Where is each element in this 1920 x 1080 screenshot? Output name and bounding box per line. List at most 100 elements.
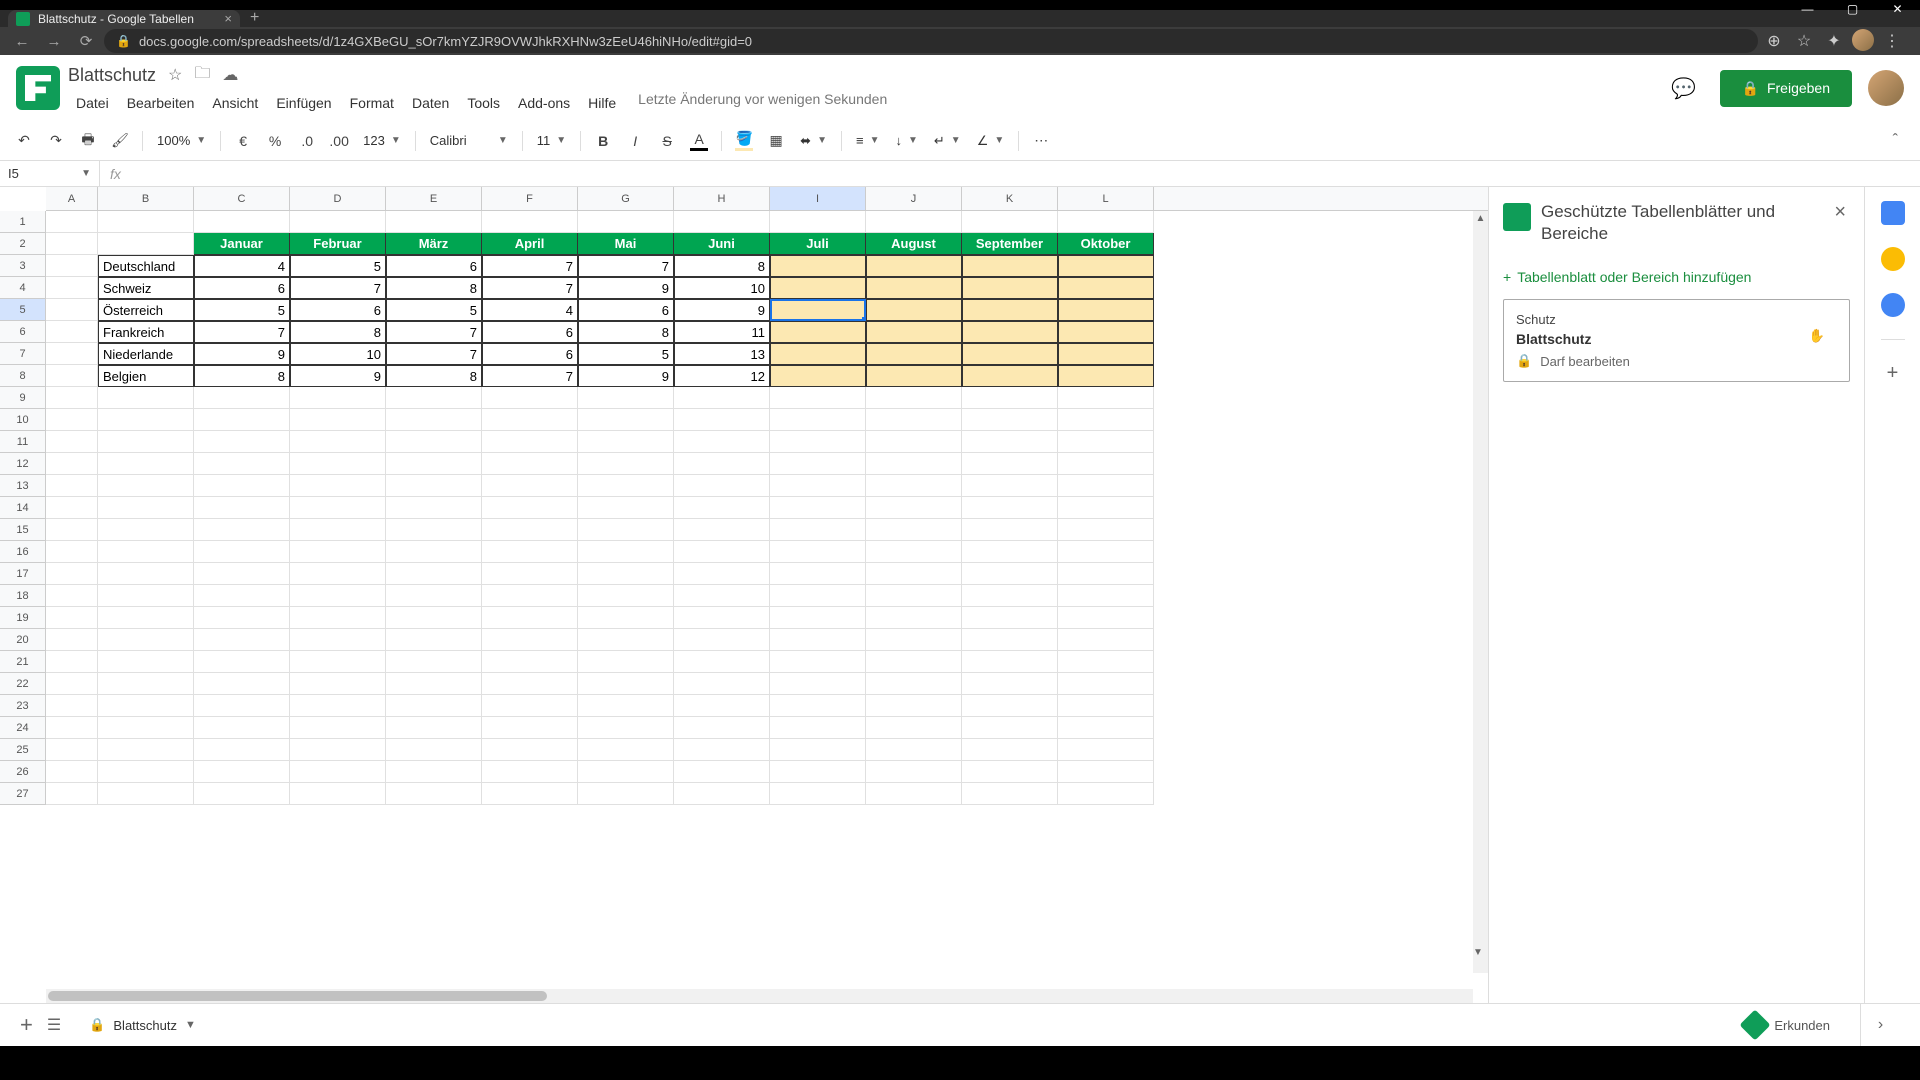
zoom-icon[interactable]: ⊕ <box>1762 29 1786 53</box>
add-range-button[interactable]: + Tabellenblatt oder Bereich hinzufügen <box>1503 261 1850 299</box>
cell[interactable] <box>98 233 194 255</box>
row-header[interactable]: 9 <box>0 387 45 409</box>
cell[interactable] <box>46 783 98 805</box>
cell[interactable] <box>866 409 962 431</box>
cell[interactable]: Juli <box>770 233 866 255</box>
cell[interactable]: 9 <box>578 365 674 387</box>
cell[interactable] <box>46 431 98 453</box>
cell[interactable]: Schweiz <box>98 277 194 299</box>
row-header[interactable]: 13 <box>0 475 45 497</box>
cell[interactable] <box>770 563 866 585</box>
row-header[interactable]: 5 <box>0 299 45 321</box>
cell[interactable] <box>194 387 290 409</box>
cell[interactable] <box>578 695 674 717</box>
cell[interactable] <box>962 651 1058 673</box>
cell[interactable] <box>46 541 98 563</box>
cell[interactable] <box>962 519 1058 541</box>
row-header[interactable]: 19 <box>0 607 45 629</box>
menu-ansicht[interactable]: Ansicht <box>204 91 266 115</box>
collapse-toolbar-button[interactable]: ˆ <box>1881 132 1910 150</box>
print-button[interactable]: 🖶 <box>74 127 102 155</box>
cell[interactable] <box>482 761 578 783</box>
cell[interactable] <box>674 211 770 233</box>
cell[interactable] <box>1058 607 1154 629</box>
cell[interactable] <box>290 585 386 607</box>
minimize-button[interactable]: — <box>1785 0 1830 17</box>
percent-button[interactable]: % <box>261 127 289 155</box>
cell[interactable] <box>866 387 962 409</box>
menu-add-ons[interactable]: Add-ons <box>510 91 578 115</box>
column-header[interactable]: A <box>46 187 98 210</box>
cell[interactable] <box>578 783 674 805</box>
cell[interactable] <box>770 673 866 695</box>
cell[interactable] <box>962 409 1058 431</box>
cell[interactable] <box>46 739 98 761</box>
cell[interactable] <box>194 673 290 695</box>
cell[interactable] <box>578 453 674 475</box>
cell[interactable] <box>770 651 866 673</box>
cell[interactable] <box>194 629 290 651</box>
v-align-button[interactable]: ↓▼ <box>889 133 923 148</box>
font-select[interactable]: Calibri▼ <box>424 133 514 148</box>
cell[interactable] <box>866 585 962 607</box>
cell[interactable] <box>866 277 962 299</box>
font-size-select[interactable]: 11▼ <box>531 133 572 148</box>
cell[interactable] <box>770 277 866 299</box>
calendar-icon[interactable] <box>1881 201 1905 225</box>
cell[interactable] <box>866 673 962 695</box>
cell[interactable] <box>290 761 386 783</box>
cell[interactable] <box>386 453 482 475</box>
cell[interactable] <box>674 761 770 783</box>
cell[interactable] <box>290 453 386 475</box>
cell[interactable]: 7 <box>482 365 578 387</box>
cell[interactable] <box>290 475 386 497</box>
cell[interactable] <box>46 629 98 651</box>
cell[interactable]: 8 <box>194 365 290 387</box>
cell[interactable] <box>98 673 194 695</box>
horizontal-scrollbar[interactable] <box>46 989 1473 1003</box>
cell[interactable] <box>578 211 674 233</box>
cell[interactable] <box>1058 497 1154 519</box>
cell[interactable] <box>386 585 482 607</box>
zoom-select[interactable]: 100%▼ <box>151 133 212 148</box>
maximize-button[interactable]: ▢ <box>1830 0 1875 17</box>
cell[interactable] <box>98 607 194 629</box>
cell[interactable] <box>194 651 290 673</box>
address-bar[interactable]: 🔒 docs.google.com/spreadsheets/d/1z4GXBe… <box>104 29 1758 53</box>
fill-color-button[interactable]: 🪣 <box>730 127 758 155</box>
cell[interactable] <box>1058 365 1154 387</box>
column-header[interactable]: H <box>674 187 770 210</box>
redo-button[interactable]: ↷ <box>42 127 70 155</box>
cell[interactable] <box>962 343 1058 365</box>
cell[interactable] <box>866 475 962 497</box>
add-addon-button[interactable]: + <box>1887 362 1899 385</box>
cell[interactable] <box>194 475 290 497</box>
cell[interactable] <box>98 651 194 673</box>
cell[interactable] <box>46 563 98 585</box>
cell[interactable]: 8 <box>578 321 674 343</box>
cell[interactable] <box>674 629 770 651</box>
cell[interactable]: Juni <box>674 233 770 255</box>
row-header[interactable]: 17 <box>0 563 45 585</box>
more-tools-button[interactable]: ⋯ <box>1027 127 1055 155</box>
name-box[interactable]: I5▼ <box>0 161 100 186</box>
wrap-button[interactable]: ↵▼ <box>928 133 967 149</box>
cell[interactable] <box>674 673 770 695</box>
cell[interactable]: 5 <box>578 343 674 365</box>
cell[interactable] <box>770 541 866 563</box>
cell[interactable] <box>290 673 386 695</box>
cell[interactable] <box>1058 277 1154 299</box>
cell[interactable] <box>98 541 194 563</box>
row-header[interactable]: 21 <box>0 651 45 673</box>
cell[interactable] <box>578 563 674 585</box>
cell[interactable]: 9 <box>290 365 386 387</box>
column-header[interactable]: I <box>770 187 866 210</box>
cell[interactable] <box>386 431 482 453</box>
cell[interactable] <box>482 453 578 475</box>
column-header[interactable]: D <box>290 187 386 210</box>
cell[interactable] <box>770 585 866 607</box>
cell[interactable] <box>962 321 1058 343</box>
cell[interactable] <box>866 761 962 783</box>
cell[interactable] <box>386 475 482 497</box>
cell[interactable] <box>194 541 290 563</box>
